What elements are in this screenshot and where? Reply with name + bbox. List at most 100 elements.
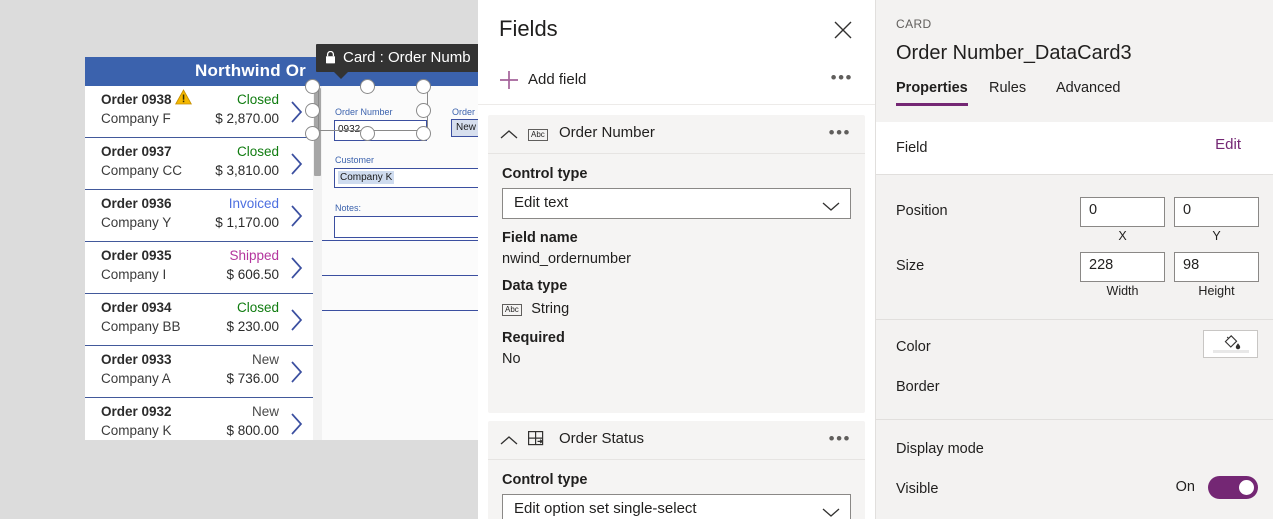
size-height-sublabel: Height xyxy=(1198,284,1235,298)
control-type-value: Edit text xyxy=(514,194,569,211)
gallery-item-company: Company K xyxy=(101,423,172,438)
selection-handle-top-right[interactable] xyxy=(416,79,431,94)
chevron-right-icon[interactable] xyxy=(289,99,305,125)
add-field-button[interactable]: Add field ••• xyxy=(478,58,875,105)
position-y-sublabel: Y xyxy=(1212,229,1221,243)
gallery-item-amount: $ 800.00 xyxy=(226,423,279,438)
chevron-up-icon[interactable] xyxy=(500,128,518,140)
chevron-right-icon[interactable] xyxy=(289,411,305,437)
fields-panel-header: Fields xyxy=(478,0,875,58)
gallery-item-order: Order 0934 xyxy=(101,300,172,315)
required-value: No xyxy=(502,351,521,367)
field-card-body: Control type Edit text Field name nwind_… xyxy=(488,166,865,367)
gallery-item-order: Order 0933 xyxy=(101,352,172,367)
gallery-item-status: Closed xyxy=(236,144,279,159)
fields-panel: Fields Add field ••• Abc Order Number ••… xyxy=(478,0,876,519)
field-card-overflow-icon[interactable]: ••• xyxy=(829,429,851,449)
position-x-sublabel: X xyxy=(1118,229,1127,243)
data-type-value-row: Abc String xyxy=(502,300,851,318)
color-label: Color xyxy=(896,339,931,355)
color-picker-button[interactable] xyxy=(1203,330,1258,358)
field-card-header[interactable]: Order Status ••• xyxy=(488,421,865,460)
gallery-item[interactable]: Order 0935 Company I Shipped $ 606.50 xyxy=(85,242,313,294)
selection-handle-top-left[interactable] xyxy=(305,79,320,94)
field-card-order-status[interactable]: Order Status ••• Control type Edit optio… xyxy=(488,421,865,519)
chevron-right-icon[interactable] xyxy=(289,255,305,281)
gallery-item[interactable]: Order 0932 Company K New $ 800.00 xyxy=(85,398,313,440)
gallery-item-company: Company A xyxy=(101,371,171,386)
gallery-item-status: Invoiced xyxy=(228,196,279,211)
form-value-order-status: New xyxy=(456,122,477,133)
visible-label: Visible xyxy=(896,481,939,497)
selection-handle-top-center[interactable] xyxy=(360,79,375,94)
selection-handle-bottom-left[interactable] xyxy=(305,126,320,141)
field-row-label: Field xyxy=(896,140,928,156)
field-card-name: Order Status xyxy=(559,430,645,447)
form-divider-2 xyxy=(322,275,478,276)
chevron-up-icon[interactable] xyxy=(500,434,518,446)
visible-state-label: On xyxy=(1175,479,1195,495)
position-label: Position xyxy=(896,203,948,219)
chevron-right-icon[interactable] xyxy=(289,151,305,177)
order-edit-form[interactable]: Order Number 0932 Order S New Customer C… xyxy=(322,86,478,440)
border-label: Border xyxy=(896,379,940,395)
properties-panel-header: CARD Order Number_DataCard3 Properties R… xyxy=(876,0,1273,112)
chevron-right-icon[interactable] xyxy=(289,203,305,229)
control-type-dropdown[interactable]: Edit option set single-select xyxy=(502,494,851,519)
control-type-value: Edit option set single-select xyxy=(514,500,697,517)
gallery-item[interactable]: Order 0936 Company Y Invoiced $ 1,170.00 xyxy=(85,190,313,242)
selection-handle-middle-left[interactable] xyxy=(305,103,320,118)
chevron-right-icon[interactable] xyxy=(289,359,305,385)
plus-icon xyxy=(498,69,520,91)
selection-handle-middle-right[interactable] xyxy=(416,103,431,118)
gallery-item-status: New xyxy=(251,404,279,419)
field-row: Field xyxy=(876,122,1273,174)
size-height-input[interactable]: 98 xyxy=(1174,252,1259,282)
properties-kicker: CARD xyxy=(896,17,932,31)
display-mode-label: Display mode xyxy=(896,441,984,457)
gallery-item-status: New xyxy=(251,352,279,367)
tab-rules[interactable]: Rules xyxy=(989,80,1026,103)
gallery-item-company: Company Y xyxy=(101,215,172,230)
control-type-label: Control type xyxy=(502,166,588,182)
abc-string-icon: Abc xyxy=(502,304,522,316)
properties-panel: CARD Order Number_DataCard3 Properties R… xyxy=(876,0,1273,519)
selection-handle-bottom-center[interactable] xyxy=(360,126,375,141)
gallery-item-order: Order 0935 xyxy=(101,248,172,263)
toggle-knob xyxy=(1239,480,1254,495)
field-card-header[interactable]: Abc Order Number ••• xyxy=(488,115,865,154)
abc-string-icon: Abc xyxy=(528,125,548,143)
fields-panel-title: Fields xyxy=(499,16,558,41)
visible-toggle[interactable] xyxy=(1208,476,1258,499)
selection-handle-bottom-right[interactable] xyxy=(416,126,431,141)
gallery-item-company: Company F xyxy=(101,111,171,126)
form-label-customer: Customer xyxy=(335,155,375,165)
control-type-dropdown[interactable]: Edit text xyxy=(502,188,851,219)
position-y-input[interactable]: 0 xyxy=(1174,197,1259,227)
gallery-item-order: Order 0937 xyxy=(101,144,172,159)
form-input-notes[interactable] xyxy=(334,216,478,238)
tab-properties[interactable]: Properties xyxy=(896,80,968,106)
edit-field-button[interactable]: Edit xyxy=(1215,136,1241,153)
gallery-item[interactable]: Order 0934 Company BB Closed $ 230.00 xyxy=(85,294,313,346)
gallery-item-amount: $ 736.00 xyxy=(226,371,279,386)
close-icon[interactable] xyxy=(830,17,856,43)
position-x-input[interactable]: 0 xyxy=(1080,197,1165,227)
order-gallery[interactable]: Order 0938 Company F Closed $ 2,870.00 Order… xyxy=(85,86,313,440)
powerapps-studio-screenshot: Northwind Or Order 0938 Company F Closed $ … xyxy=(0,0,1273,519)
gallery-item-status: Closed xyxy=(236,300,279,315)
card-tooltip: Card : Order Numb xyxy=(316,44,478,72)
gallery-item[interactable]: Order 0938 Company F Closed $ 2,870.00 xyxy=(85,86,313,138)
gallery-item-amount: $ 3,810.00 xyxy=(215,163,279,178)
warning-icon xyxy=(175,89,192,105)
field-card-order-number[interactable]: Abc Order Number ••• Control type Edit t… xyxy=(488,115,865,413)
size-width-input[interactable]: 228 xyxy=(1080,252,1165,282)
field-name-value: nwind_ordernumber xyxy=(502,251,631,267)
chevron-right-icon[interactable] xyxy=(289,307,305,333)
app-canvas[interactable]: Northwind Or Order 0938 Company F Closed $ … xyxy=(0,0,478,519)
gallery-item[interactable]: Order 0937 Company CC Closed $ 3,810.00 xyxy=(85,138,313,190)
tab-advanced[interactable]: Advanced xyxy=(1056,80,1121,103)
add-field-overflow-icon[interactable]: ••• xyxy=(831,68,853,88)
field-card-overflow-icon[interactable]: ••• xyxy=(829,123,851,143)
gallery-item[interactable]: Order 0933 Company A New $ 736.00 xyxy=(85,346,313,398)
